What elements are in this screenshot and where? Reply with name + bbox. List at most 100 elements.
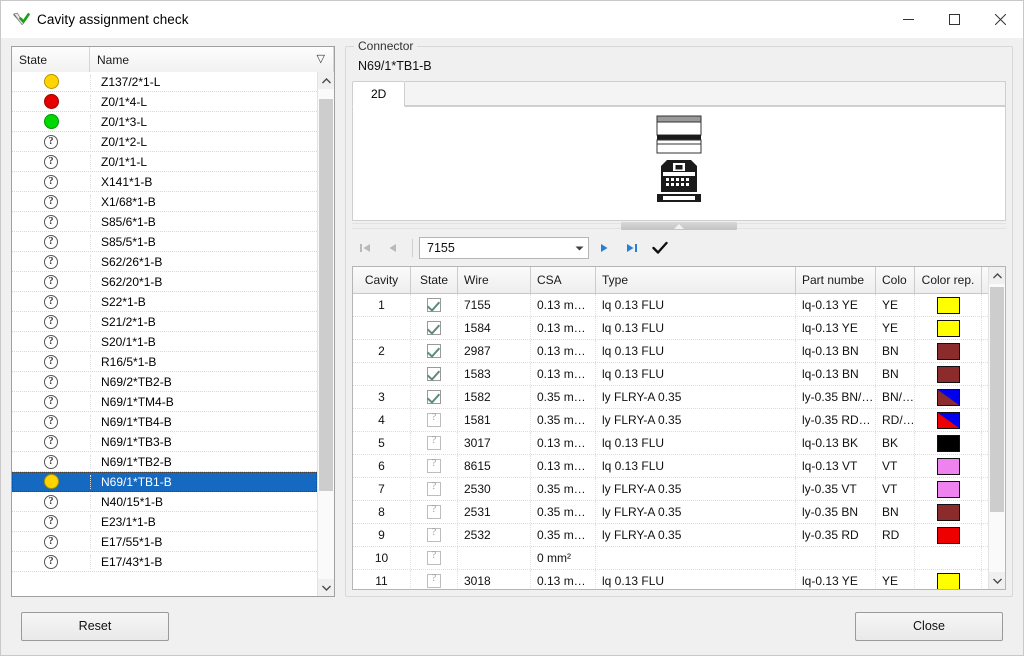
cell-csa: 0.13 m… bbox=[531, 317, 596, 339]
close-dialog-button[interactable]: Close bbox=[855, 612, 1003, 641]
grid-column-csa[interactable]: CSA bbox=[531, 267, 596, 293]
column-header-name-label: Name bbox=[97, 53, 129, 67]
list-item[interactable]: ?X141*1-B bbox=[12, 172, 317, 192]
table-row[interactable]: 229870.13 m…lq 0.13 FLUlq-0.13 BNBN bbox=[353, 340, 988, 363]
cell-wire: 2531 bbox=[458, 501, 531, 523]
table-row[interactable]: 686150.13 m…lq 0.13 FLUlq-0.13 VTVT bbox=[353, 455, 988, 478]
table-row[interactable]: 15840.13 m…lq 0.13 FLUlq-0.13 YEYE bbox=[353, 317, 988, 340]
list-item[interactable]: ?E17/55*1-B bbox=[12, 532, 317, 552]
table-row[interactable]: 15830.13 m…lq 0.13 FLUlq-0.13 BNBN bbox=[353, 363, 988, 386]
list-item[interactable]: ?N40/15*1-B bbox=[12, 492, 317, 512]
cell-state[interactable] bbox=[411, 570, 458, 589]
close-button[interactable] bbox=[977, 1, 1023, 38]
table-row[interactable]: 415810.35 m…ly FLRY-A 0.35ly-0.35 RD…RD/… bbox=[353, 409, 988, 432]
cell-state[interactable] bbox=[411, 547, 458, 569]
list-item[interactable]: ?S20/1*1-B bbox=[12, 332, 317, 352]
list-item[interactable]: Z0/1*4-L bbox=[12, 92, 317, 112]
cell-cavity: 4 bbox=[353, 409, 411, 431]
scroll-down-icon[interactable] bbox=[318, 579, 334, 596]
grid-column-state[interactable]: State bbox=[411, 267, 458, 293]
table-row[interactable]: 825310.35 m…ly FLRY-A 0.35ly-0.35 BNBN bbox=[353, 501, 988, 524]
first-record-button[interactable] bbox=[352, 236, 378, 260]
tab-2d[interactable]: 2D bbox=[352, 81, 405, 107]
list-item[interactable]: ?Z0/1*1-L bbox=[12, 152, 317, 172]
cavity-grid-scrollbar[interactable] bbox=[988, 267, 1005, 589]
table-row[interactable]: 725300.35 m…ly FLRY-A 0.35ly-0.35 VTVT bbox=[353, 478, 988, 501]
list-item[interactable]: ?S85/6*1-B bbox=[12, 212, 317, 232]
cell-state[interactable] bbox=[411, 524, 458, 546]
cell-state[interactable] bbox=[411, 317, 458, 339]
cell-state[interactable] bbox=[411, 478, 458, 500]
cell-state[interactable] bbox=[411, 386, 458, 408]
table-row[interactable]: 925320.35 m…ly FLRY-A 0.35ly-0.35 RDRD bbox=[353, 524, 988, 547]
list-item[interactable]: ?R16/5*1-B bbox=[12, 352, 317, 372]
cell-part-number: ly-0.35 RD… bbox=[796, 409, 876, 431]
grid-column-part[interactable]: Part numbe bbox=[796, 267, 876, 293]
cell-part-number: lq-0.13 YE bbox=[796, 317, 876, 339]
list-item[interactable]: ?Z0/1*2-L bbox=[12, 132, 317, 152]
table-row[interactable]: 1130180.13 m…lq 0.13 FLUlq-0.13 YEYE bbox=[353, 570, 988, 589]
tabstrip-filler bbox=[405, 81, 1006, 106]
list-item[interactable]: ?E17/43*1-B bbox=[12, 552, 317, 572]
scroll-up-icon[interactable] bbox=[318, 72, 334, 89]
grid-column-wire[interactable]: Wire bbox=[458, 267, 531, 293]
table-row[interactable]: 100 mm² bbox=[353, 547, 988, 570]
grid-column-color[interactable]: Colo bbox=[876, 267, 915, 293]
state-unknown-icon: ? bbox=[44, 355, 58, 369]
confirm-button[interactable] bbox=[647, 236, 673, 260]
chevron-down-icon[interactable] bbox=[570, 246, 588, 251]
reset-button[interactable]: Reset bbox=[21, 612, 169, 641]
next-record-button[interactable] bbox=[591, 236, 617, 260]
table-row[interactable]: 530170.13 m…lq 0.13 FLUlq-0.13 BKBK bbox=[353, 432, 988, 455]
grid-column-type[interactable]: Type bbox=[596, 267, 796, 293]
cell-state[interactable] bbox=[411, 409, 458, 431]
state-checked-icon bbox=[427, 344, 441, 358]
list-item[interactable]: ?N69/2*TB2-B bbox=[12, 372, 317, 392]
cell-state[interactable] bbox=[411, 432, 458, 454]
column-header-state[interactable]: State bbox=[12, 47, 90, 72]
connector-2d-viewport[interactable] bbox=[352, 107, 1006, 221]
list-item[interactable]: Z0/1*3-L bbox=[12, 112, 317, 132]
list-item[interactable]: ?S62/26*1-B bbox=[12, 252, 317, 272]
grid-scroll-track[interactable] bbox=[989, 284, 1005, 572]
previous-record-button[interactable] bbox=[380, 236, 406, 260]
list-item[interactable]: ?N69/1*TB2-B bbox=[12, 452, 317, 472]
scroll-thumb[interactable] bbox=[319, 99, 333, 491]
list-item[interactable]: N69/1*TB1-B bbox=[12, 472, 317, 492]
cell-state[interactable] bbox=[411, 363, 458, 385]
list-item[interactable]: ?X1/68*1-B bbox=[12, 192, 317, 212]
cell-cavity: 6 bbox=[353, 455, 411, 477]
grid-column-color_rep[interactable]: Color rep. bbox=[915, 267, 982, 293]
cell-state[interactable] bbox=[411, 294, 458, 316]
column-header-name[interactable]: Name ▽ bbox=[90, 47, 334, 72]
list-item[interactable]: ?N69/1*TM4-B bbox=[12, 392, 317, 412]
cell-cavity: 9 bbox=[353, 524, 411, 546]
minimize-button[interactable] bbox=[885, 1, 931, 38]
grid-scroll-down-icon[interactable] bbox=[989, 572, 1005, 589]
list-item[interactable]: ?S85/5*1-B bbox=[12, 232, 317, 252]
cell-state[interactable] bbox=[411, 455, 458, 477]
list-item[interactable]: ?N69/1*TB4-B bbox=[12, 412, 317, 432]
maximize-button[interactable] bbox=[931, 1, 977, 38]
cell-state[interactable] bbox=[411, 501, 458, 523]
record-combo[interactable]: 7155 bbox=[419, 237, 589, 259]
viewport-splitter[interactable] bbox=[352, 221, 1006, 231]
connector-list-scrollbar[interactable] bbox=[317, 72, 334, 596]
scroll-track[interactable] bbox=[318, 89, 334, 579]
grid-column-cavity[interactable]: Cavity bbox=[353, 267, 411, 293]
list-item[interactable]: ?S21/2*1-B bbox=[12, 312, 317, 332]
list-item[interactable]: Z137/2*1-L bbox=[12, 72, 317, 92]
state-unknown-icon bbox=[427, 459, 441, 473]
table-row[interactable]: 171550.13 m…lq 0.13 FLUlq-0.13 YEYE bbox=[353, 294, 988, 317]
list-item[interactable]: ?S22*1-B bbox=[12, 292, 317, 312]
cell-state[interactable] bbox=[411, 340, 458, 362]
grid-scroll-thumb[interactable] bbox=[990, 287, 1004, 512]
splitter-grip[interactable] bbox=[621, 222, 737, 230]
last-record-button[interactable] bbox=[619, 236, 645, 260]
list-item[interactable]: ?E23/1*1-B bbox=[12, 512, 317, 532]
list-item[interactable]: ?N69/1*TB3-B bbox=[12, 432, 317, 452]
cell-type: lq 0.13 FLU bbox=[596, 317, 796, 339]
list-item[interactable]: ?S62/20*1-B bbox=[12, 272, 317, 292]
grid-scroll-up-icon[interactable] bbox=[989, 267, 1005, 284]
table-row[interactable]: 315820.35 m…ly FLRY-A 0.35ly-0.35 BN/…BN… bbox=[353, 386, 988, 409]
